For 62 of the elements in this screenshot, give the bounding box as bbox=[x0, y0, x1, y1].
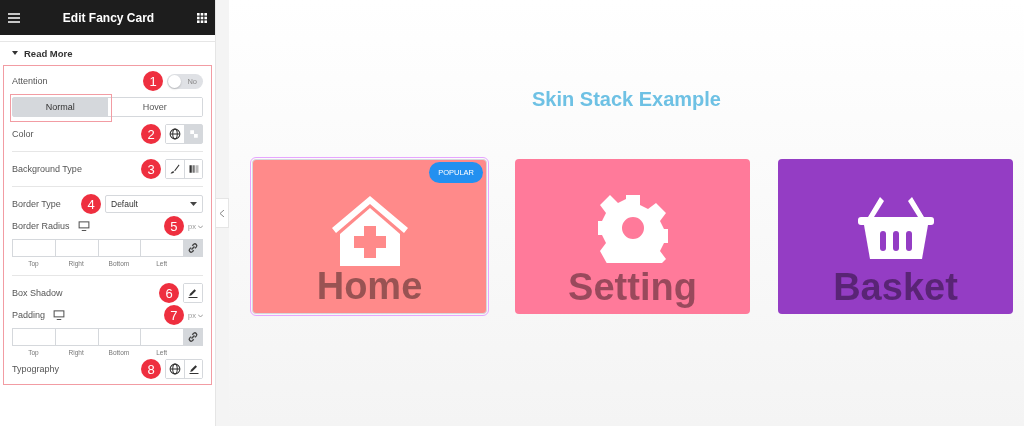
dimension-input[interactable] bbox=[12, 239, 56, 257]
control-label: Border Type bbox=[12, 199, 61, 209]
card-title: Home bbox=[316, 264, 423, 310]
caret-icon bbox=[190, 202, 197, 206]
control-label: Color bbox=[12, 129, 34, 139]
fancy-card[interactable]: Basket bbox=[778, 159, 1013, 314]
menu-icon[interactable] bbox=[8, 12, 20, 23]
number-marker: 2 bbox=[141, 124, 161, 144]
card-title: Basket bbox=[833, 265, 958, 311]
gear-icon bbox=[597, 193, 668, 263]
control-label: Typography bbox=[12, 364, 60, 374]
option-button[interactable] bbox=[184, 160, 202, 178]
chevron-icon bbox=[220, 209, 224, 217]
dimension-input[interactable] bbox=[54, 239, 99, 257]
page-heading: Skin Stack Example bbox=[532, 88, 721, 111]
dimension-input[interactable] bbox=[97, 328, 142, 346]
brush-icon bbox=[169, 163, 181, 175]
number-marker: 6 bbox=[159, 283, 179, 303]
grid-icon[interactable] bbox=[197, 12, 207, 23]
number-marker: 7 bbox=[164, 305, 184, 325]
link-icon bbox=[187, 242, 199, 254]
number-marker: 4 bbox=[81, 194, 101, 214]
number-marker: 5 bbox=[164, 216, 184, 236]
number-marker: 8 bbox=[141, 359, 161, 379]
dimension-input[interactable] bbox=[97, 239, 142, 257]
link-button[interactable] bbox=[183, 328, 203, 346]
monitor-icon bbox=[77, 220, 90, 232]
link-button[interactable] bbox=[183, 239, 203, 257]
fancy-card[interactable]: Setting bbox=[515, 159, 750, 314]
number-marker: 1 bbox=[143, 71, 163, 91]
link-icon bbox=[187, 331, 199, 343]
collapse-handle[interactable] bbox=[216, 198, 229, 228]
state-tab[interactable]: Normal bbox=[13, 98, 108, 116]
dimension-input[interactable] bbox=[12, 328, 56, 346]
control-label: Padding bbox=[12, 310, 46, 320]
gradient-icon bbox=[187, 163, 200, 175]
caret-icon[interactable] bbox=[12, 50, 18, 56]
monitor-icon bbox=[53, 309, 66, 321]
dimension-input[interactable] bbox=[54, 328, 99, 346]
number-marker: 3 bbox=[141, 159, 161, 179]
edit-button[interactable] bbox=[184, 360, 202, 378]
globe-icon bbox=[169, 363, 181, 375]
control-label: Box Shadow bbox=[12, 288, 63, 298]
transparent-icon bbox=[187, 128, 200, 140]
caret-icon bbox=[198, 313, 203, 318]
dimension-input[interactable] bbox=[140, 328, 184, 346]
panel-title: Edit Fancy Card bbox=[62, 10, 155, 25]
globe-icon bbox=[169, 128, 181, 140]
house-icon bbox=[329, 194, 410, 266]
global-button[interactable] bbox=[166, 360, 184, 378]
pencil-icon bbox=[187, 363, 200, 375]
dimension-input[interactable] bbox=[140, 239, 184, 257]
edit-button[interactable] bbox=[184, 284, 202, 302]
control-label: Border Radius bbox=[12, 221, 70, 231]
section-title[interactable]: Read More bbox=[24, 47, 73, 59]
card-title: Setting bbox=[568, 265, 697, 311]
caret-icon bbox=[198, 224, 203, 229]
option-button[interactable] bbox=[166, 125, 184, 143]
select-field[interactable]: Default bbox=[105, 195, 203, 213]
control-label: Attention bbox=[12, 76, 48, 86]
pencil-icon bbox=[187, 287, 199, 299]
control-label: Background Type bbox=[12, 164, 82, 174]
